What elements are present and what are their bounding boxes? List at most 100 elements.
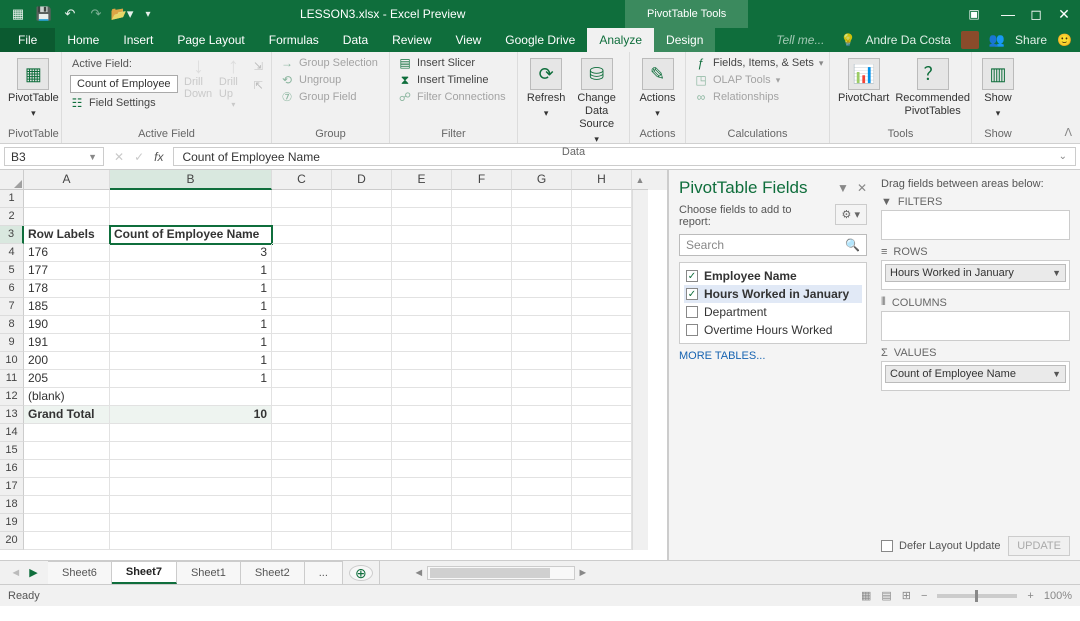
vertical-scrollbar[interactable] [632, 388, 648, 406]
cell[interactable] [272, 514, 332, 532]
row-header[interactable]: 10 [0, 352, 24, 370]
cell[interactable] [332, 226, 392, 244]
cell[interactable] [392, 478, 452, 496]
cell[interactable] [512, 532, 572, 550]
row-header[interactable]: 2 [0, 208, 24, 226]
cell[interactable] [272, 532, 332, 550]
qat-customize-icon[interactable]: ▾ [136, 2, 160, 26]
vertical-scrollbar[interactable] [632, 298, 648, 316]
share-icon[interactable]: 👥 [989, 32, 1005, 48]
row-header[interactable]: 11 [0, 370, 24, 388]
tab-formulas[interactable]: Formulas [257, 28, 331, 52]
cell[interactable] [24, 460, 110, 478]
cell[interactable] [452, 298, 512, 316]
cell[interactable] [332, 244, 392, 262]
cell[interactable]: 1 [110, 352, 272, 370]
vertical-scrollbar[interactable] [632, 514, 648, 532]
cell[interactable] [272, 478, 332, 496]
cell[interactable] [272, 280, 332, 298]
cell[interactable]: 190 [24, 316, 110, 334]
cell[interactable] [24, 424, 110, 442]
cell[interactable] [572, 334, 632, 352]
checkbox-icon[interactable]: ✓ [686, 288, 698, 300]
tab-analyze[interactable]: Analyze [587, 28, 654, 52]
select-all-corner[interactable] [0, 170, 24, 190]
defer-checkbox[interactable] [881, 540, 893, 552]
cell[interactable] [392, 352, 452, 370]
cell[interactable] [392, 262, 452, 280]
cell[interactable] [332, 460, 392, 478]
cell[interactable] [452, 316, 512, 334]
minimize-icon[interactable]: — [996, 2, 1020, 26]
cell[interactable] [392, 208, 452, 226]
cell[interactable] [392, 190, 452, 208]
fx-icon[interactable]: fx [154, 150, 163, 164]
cell[interactable] [572, 262, 632, 280]
cell[interactable] [392, 298, 452, 316]
cell[interactable]: 1 [110, 298, 272, 316]
cell[interactable] [332, 334, 392, 352]
cell[interactable] [332, 406, 392, 424]
cell[interactable] [332, 478, 392, 496]
row-header[interactable]: 14 [0, 424, 24, 442]
cell[interactable] [452, 406, 512, 424]
cell[interactable] [452, 442, 512, 460]
cell[interactable] [272, 208, 332, 226]
chevron-down-icon[interactable]: ▼ [88, 152, 97, 162]
cell[interactable]: Row Labels▾ [24, 226, 110, 244]
pivotchart-button[interactable]: 📊PivotChart [838, 56, 889, 105]
cell[interactable] [512, 424, 572, 442]
cell[interactable] [392, 532, 452, 550]
scroll-left-icon[interactable]: ◄ [411, 567, 427, 579]
cell[interactable] [272, 190, 332, 208]
cell[interactable] [332, 262, 392, 280]
recommended-pivottables-button[interactable]: ？Recommended PivotTables [895, 56, 970, 118]
cell[interactable]: 205 [24, 370, 110, 388]
relationships-button[interactable]: ∞Relationships [694, 90, 823, 104]
drill-up-button[interactable]: ↑Drill Up▾ [219, 56, 248, 109]
tab-design[interactable]: Design [654, 28, 715, 52]
sheet-nav-prev-icon[interactable]: ◄ [10, 567, 21, 579]
cell[interactable] [452, 532, 512, 550]
cell[interactable] [332, 190, 392, 208]
vertical-scrollbar[interactable] [632, 532, 648, 550]
checkbox-icon[interactable]: ✓ [686, 270, 698, 282]
cell[interactable] [110, 208, 272, 226]
feedback-icon[interactable]: 🙂 [1057, 33, 1072, 47]
cell[interactable] [572, 496, 632, 514]
cell[interactable] [110, 478, 272, 496]
vertical-scrollbar[interactable] [632, 334, 648, 352]
row-header[interactable]: 17 [0, 478, 24, 496]
cell[interactable] [332, 316, 392, 334]
close-icon[interactable]: ✕ [1052, 2, 1076, 26]
name-box[interactable]: B3▼ [4, 147, 104, 166]
normal-view-icon[interactable]: ▦ [861, 589, 871, 602]
zoom-out-icon[interactable]: − [921, 590, 927, 602]
cell[interactable] [110, 460, 272, 478]
cell[interactable] [24, 442, 110, 460]
pivottable-button[interactable]: ▦ PivotTable▾ [8, 56, 59, 120]
field-item[interactable]: ✓Employee Name [684, 267, 862, 285]
zoom-slider[interactable] [937, 594, 1017, 598]
cell[interactable] [452, 370, 512, 388]
row-header[interactable]: 19 [0, 514, 24, 532]
cell[interactable] [512, 190, 572, 208]
cell[interactable] [110, 190, 272, 208]
col-header-h[interactable]: H [572, 170, 632, 190]
row-header[interactable]: 13 [0, 406, 24, 424]
col-header-d[interactable]: D [332, 170, 392, 190]
vertical-scrollbar[interactable] [632, 262, 648, 280]
checkbox-icon[interactable] [686, 324, 698, 336]
cell[interactable] [332, 370, 392, 388]
cell[interactable] [512, 496, 572, 514]
row-header[interactable]: 8 [0, 316, 24, 334]
cell[interactable] [24, 208, 110, 226]
cell[interactable] [392, 514, 452, 532]
cell[interactable] [512, 280, 572, 298]
vertical-scrollbar[interactable] [632, 190, 648, 208]
cell[interactable] [452, 334, 512, 352]
refresh-button[interactable]: ⟳Refresh▾ [526, 56, 566, 120]
cell[interactable] [24, 514, 110, 532]
cell[interactable] [392, 388, 452, 406]
vertical-scrollbar[interactable] [632, 316, 648, 334]
